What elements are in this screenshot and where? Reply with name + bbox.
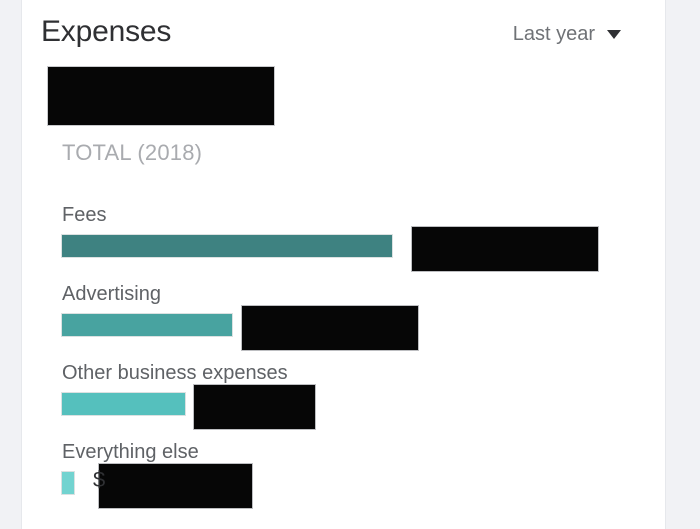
expense-row-label: Everything else xyxy=(62,441,199,463)
expense-bar xyxy=(61,392,186,416)
expense-row-label: Other business expenses xyxy=(62,362,288,384)
expense-value-redacted xyxy=(193,384,316,430)
expense-value-redacted xyxy=(98,463,253,509)
expense-row-bar-line: $ xyxy=(61,463,253,509)
expense-bar xyxy=(61,234,393,258)
currency-symbol: $ xyxy=(93,467,106,492)
expense-row[interactable]: Other business expenses xyxy=(61,361,316,430)
expense-value xyxy=(194,385,315,386)
expenses-widget: Expenses Last year TOTAL (2018) Fees Adv… xyxy=(0,0,700,529)
expense-value-redacted xyxy=(241,305,419,351)
expense-row-bar-line xyxy=(61,226,599,272)
expense-row[interactable]: Advertising xyxy=(61,282,419,351)
expense-value xyxy=(242,306,418,307)
expense-row[interactable]: Fees xyxy=(61,203,599,272)
expense-bar xyxy=(61,471,75,495)
expense-value xyxy=(412,227,598,228)
expense-value xyxy=(99,464,252,465)
expense-row[interactable]: Everything else $ xyxy=(61,440,253,509)
expense-bar xyxy=(61,313,233,337)
expense-value-redacted xyxy=(411,226,599,272)
expense-row-label: Fees xyxy=(62,204,107,226)
expense-row-label: Advertising xyxy=(62,283,161,305)
expense-row-bar-line xyxy=(61,384,316,430)
expense-bar-list: Fees Advertising Other business expenses xyxy=(0,0,700,525)
expense-row-bar-line xyxy=(61,305,419,351)
